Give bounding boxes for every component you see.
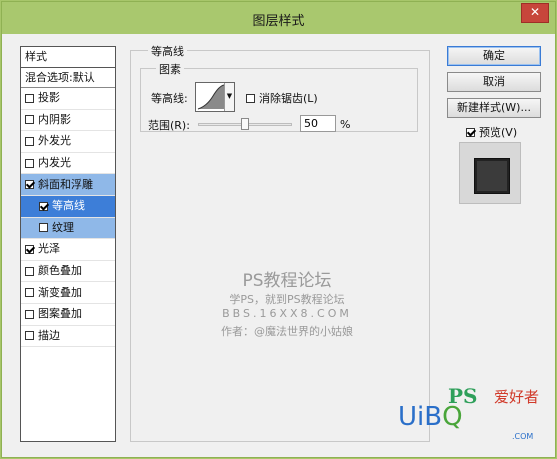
style-item-checkbox[interactable]	[39, 201, 48, 211]
style-item-label: 图案叠加	[38, 307, 82, 321]
style-item-checkbox[interactable]	[25, 244, 34, 254]
watermark-slogan: 学PS，就到PS教程论坛	[229, 293, 345, 306]
style-item[interactable]: 投影	[21, 88, 115, 110]
new-style-button[interactable]: 新建样式(W)...	[447, 98, 541, 118]
antialias-checkbox-box[interactable]	[246, 93, 255, 103]
uibq-logo-q: Q	[442, 402, 463, 432]
watermark-title: PS教程论坛	[242, 271, 332, 291]
style-item[interactable]: 描边	[21, 326, 115, 348]
style-item-label: 投影	[38, 91, 60, 105]
layer-style-dialog: 图层样式 ✕ 样式 混合选项:默认 投影 内阴影 外发光 内发光 斜面和浮雕 等高线 纹理光…	[1, 1, 556, 458]
style-item-label: 光泽	[38, 242, 60, 256]
style-item[interactable]: 外发光	[21, 131, 115, 153]
contour-picker[interactable]: ▼	[195, 82, 235, 112]
styles-header[interactable]: 样式	[21, 47, 115, 68]
contour-label: 等高线:	[151, 92, 188, 105]
style-preview	[459, 142, 521, 204]
style-item-checkbox[interactable]	[25, 115, 34, 125]
style-item[interactable]: 斜面和浮雕	[21, 174, 115, 196]
dialog-content: 样式 混合选项:默认 投影 内阴影 外发光 内发光 斜面和浮雕 等高线 纹理 光泽 颜色叠加 渐变…	[2, 34, 555, 457]
style-item[interactable]: 等高线	[21, 195, 115, 218]
watermark-author: 作者：@魔法世界的小姑娘	[221, 325, 353, 338]
antialias-label: 消除锯齿(L)	[259, 92, 318, 105]
style-item-label: 纹理	[52, 220, 74, 234]
contour-curve-icon	[197, 84, 225, 110]
style-item[interactable]: 渐变叠加	[21, 282, 115, 304]
range-unit: %	[340, 118, 351, 131]
style-item[interactable]: 图案叠加	[21, 304, 115, 326]
style-item-label: 外发光	[38, 134, 71, 148]
style-item-label: 内阴影	[38, 112, 71, 126]
uibq-logo-domain: .COM	[512, 432, 534, 441]
style-item-label: 描边	[38, 328, 60, 342]
style-item-label: 斜面和浮雕	[38, 177, 93, 191]
range-input[interactable]	[300, 115, 336, 132]
style-item-checkbox[interactable]	[25, 266, 34, 276]
close-button[interactable]: ✕	[521, 3, 549, 23]
style-item[interactable]: 光泽	[21, 239, 115, 261]
style-items: 投影内阴影外发光内发光斜面和浮雕等高线纹理光泽颜色叠加渐变叠加图案叠加描边	[21, 88, 115, 348]
ps-logo-text: 爱好者	[494, 388, 540, 406]
style-item-checkbox[interactable]	[25, 93, 34, 103]
style-item-label: 等高线	[52, 199, 85, 213]
style-item-checkbox[interactable]	[25, 309, 34, 319]
range-slider-thumb[interactable]	[241, 118, 249, 130]
uibq-logo: UiBQ	[398, 402, 463, 432]
style-item[interactable]: 纹理	[21, 217, 115, 240]
style-item-checkbox[interactable]	[25, 180, 34, 190]
style-item-checkbox[interactable]	[39, 223, 48, 233]
preview-label: 预览(V)	[479, 126, 518, 139]
elements-group-title: 图素	[156, 61, 184, 77]
style-item-checkbox[interactable]	[25, 158, 34, 168]
style-item-checkbox[interactable]	[25, 331, 34, 341]
style-item[interactable]: 内阴影	[21, 110, 115, 132]
preview-checkbox[interactable]: 预览(V)	[466, 124, 517, 140]
range-label: 范围(R):	[148, 119, 190, 132]
window-title: 图层样式	[252, 14, 305, 29]
ok-button[interactable]: 确定	[447, 46, 541, 66]
style-item-label: 内发光	[38, 156, 71, 170]
antialias-checkbox[interactable]: 消除锯齿(L)	[246, 90, 318, 106]
style-item-checkbox[interactable]	[25, 288, 34, 298]
title-bar[interactable]: 图层样式 ✕	[2, 2, 555, 34]
watermark-url: BBS.16XX8.COM	[222, 307, 352, 320]
preview-swatch	[475, 159, 509, 193]
style-item-label: 颜色叠加	[38, 264, 82, 278]
styles-list: 样式 混合选项:默认 投影内阴影外发光内发光斜面和浮雕等高线纹理光泽颜色叠加渐变…	[20, 46, 116, 442]
style-item[interactable]: 内发光	[21, 153, 115, 175]
cancel-button[interactable]: 取消	[447, 72, 541, 92]
style-item-label: 渐变叠加	[38, 285, 82, 299]
style-item-checkbox[interactable]	[25, 136, 34, 146]
blending-options-item[interactable]: 混合选项:默认	[21, 68, 115, 88]
uibq-logo-main: UiB	[398, 402, 443, 432]
style-item[interactable]: 颜色叠加	[21, 261, 115, 283]
preview-checkbox-box[interactable]	[466, 127, 475, 137]
contour-group-title: 等高线	[148, 43, 187, 59]
chevron-down-icon[interactable]: ▼	[224, 83, 234, 111]
